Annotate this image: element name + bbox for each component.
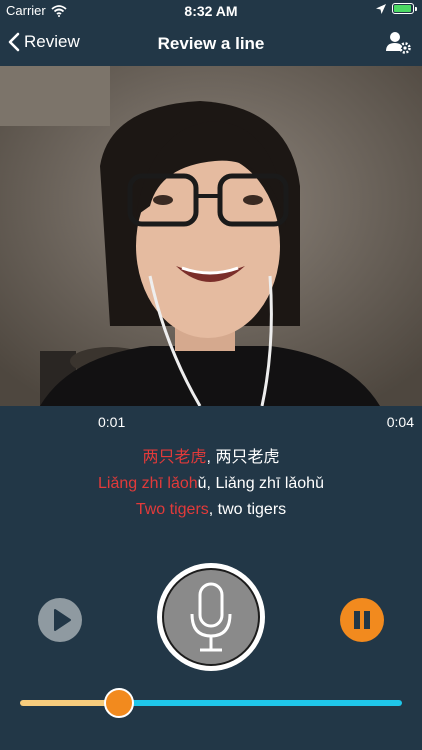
page-title: Review a line — [157, 34, 265, 53]
status-right — [376, 3, 417, 14]
pinyin-rest: ǔ, Liǎng zhī lǎohǔ — [197, 475, 324, 492]
play-icon — [54, 609, 71, 631]
english-rest: , two tigers — [208, 501, 287, 518]
battery-tip — [415, 7, 417, 11]
video-frame — [0, 66, 422, 406]
microphone-icon — [190, 582, 232, 652]
playback-slider[interactable] — [20, 688, 402, 718]
pinyin-highlight: Liǎng zhī lǎoh — [98, 475, 198, 492]
english-line: Two tigers, two tigers — [0, 497, 422, 523]
location-icon — [376, 3, 386, 14]
video-preview[interactable] — [0, 66, 422, 406]
pause-icon — [354, 611, 370, 629]
record-button[interactable] — [157, 563, 265, 671]
play-button[interactable] — [38, 598, 82, 642]
status-time: 8:32 AM — [184, 3, 238, 19]
record-button-face — [162, 568, 260, 666]
battery-icon — [392, 3, 417, 14]
slider-thumb[interactable] — [104, 688, 135, 718]
hanzi-line: 两只老虎, 两只老虎 — [0, 445, 422, 471]
hanzi-highlight: 两只老虎 — [142, 449, 207, 466]
status-bar: Carrier 8:32 AM — [0, 0, 422, 22]
lyrics-panel: 两只老虎, 两只老虎 Liǎng zhī lǎohǔ, Liǎng zhī lǎ… — [0, 445, 422, 523]
navigation-bar: Review Review a line — [0, 22, 422, 66]
total-duration: 0:04 — [386, 414, 414, 430]
user-settings-icon — [386, 32, 411, 54]
elapsed-time: 0:01 — [98, 414, 126, 430]
pause-button[interactable] — [340, 598, 384, 642]
battery-level — [394, 5, 412, 12]
user-settings-button[interactable] — [386, 30, 412, 59]
slider-track-remaining — [119, 700, 402, 706]
english-highlight: Two tigers — [135, 501, 209, 518]
hanzi-rest: , 两只老虎 — [206, 449, 280, 466]
pinyin-line: Liǎng zhī lǎohǔ, Liǎng zhī lǎohǔ — [0, 471, 422, 497]
